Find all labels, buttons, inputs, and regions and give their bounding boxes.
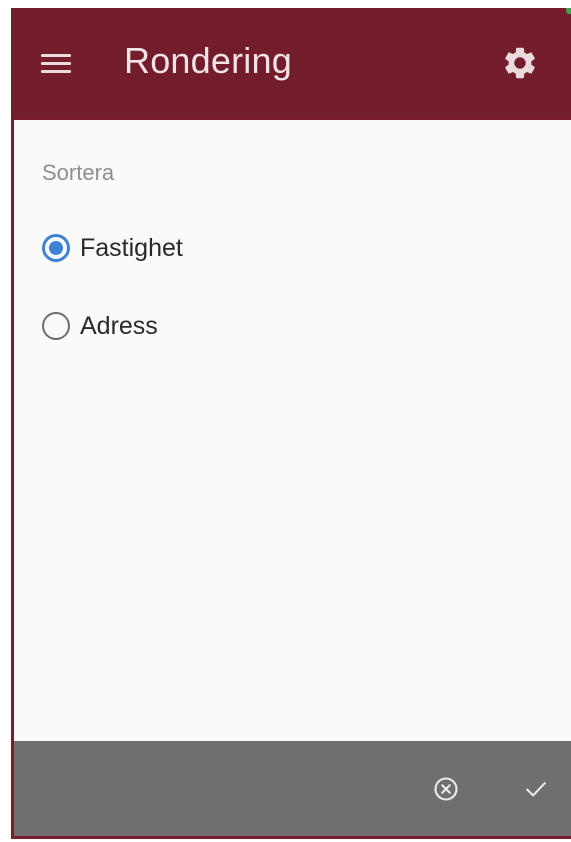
radio-button-checked[interactable] xyxy=(42,234,70,262)
page-title: Rondering xyxy=(124,40,292,81)
hamburger-menu-icon[interactable] xyxy=(39,50,73,76)
gear-icon[interactable] xyxy=(501,44,539,82)
app-window: Rondering Sortera Fastighet Adress xyxy=(11,8,571,839)
sort-section-label: Sortera xyxy=(42,160,115,185)
radio-button-unchecked[interactable] xyxy=(42,312,70,340)
bottom-action-bar xyxy=(14,741,571,836)
radio-label-fastighet: Fastighet xyxy=(80,233,183,262)
radio-label-adress: Adress xyxy=(80,311,158,340)
sort-panel: Sortera Fastighet Adress xyxy=(14,120,571,741)
radio-option-adress[interactable]: Adress xyxy=(42,306,158,346)
app-bar: Rondering xyxy=(11,8,571,118)
cancel-circle-icon[interactable] xyxy=(432,775,460,803)
checkmark-icon[interactable] xyxy=(522,775,550,803)
radio-option-fastighet[interactable]: Fastighet xyxy=(42,228,183,268)
status-indicator xyxy=(566,8,571,14)
